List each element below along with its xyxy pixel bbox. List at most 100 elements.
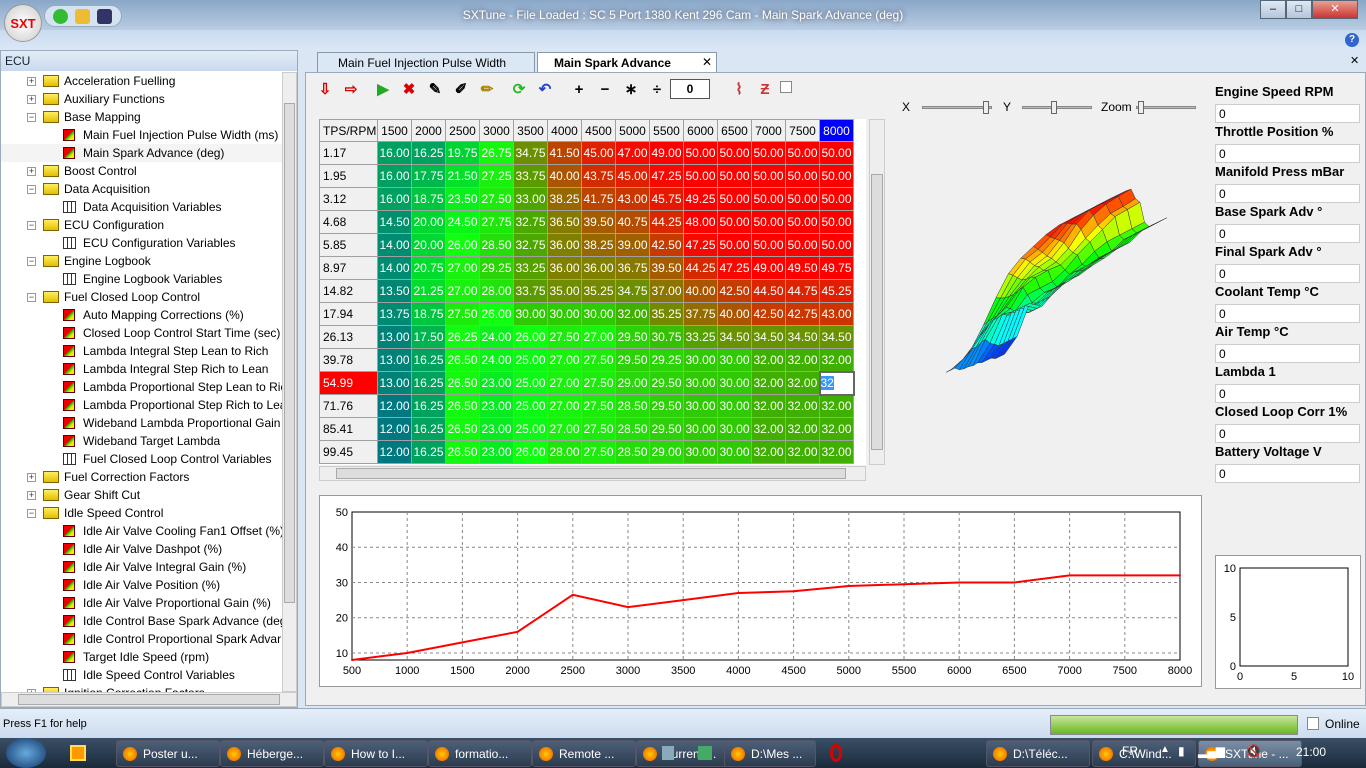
map-cell[interactable]: 17.75 (411, 164, 446, 188)
map-cell[interactable]: 32.00 (751, 440, 786, 464)
map-cell[interactable]: 28.50 (615, 440, 650, 464)
map-cell[interactable]: 27.50 (581, 394, 616, 418)
map-cell[interactable]: 41.50 (547, 141, 582, 165)
map-cell[interactable]: 13.75 (377, 302, 412, 326)
tree-item[interactable]: Wideband Target Lambda (1, 432, 282, 450)
data-point[interactable] (847, 585, 850, 587)
map-cell[interactable]: 45.00 (581, 141, 616, 165)
map-cell[interactable]: 32.00 (751, 417, 786, 441)
expand-icon[interactable]: + (27, 491, 36, 500)
minimize-button[interactable]: – (1260, 0, 1286, 19)
map-cell[interactable]: 32.00 (751, 394, 786, 418)
map-cell[interactable]: 14.00 (377, 233, 412, 257)
multiply-button[interactable]: ∗ (622, 81, 640, 99)
expand-icon[interactable]: + (27, 167, 36, 176)
undo-icon[interactable]: ↶ (536, 81, 554, 99)
tree-item[interactable]: Idle Air Valve Cooling Fan1 Offset (%) (1, 522, 282, 540)
map-cell[interactable]: 27.00 (547, 394, 582, 418)
tree-item[interactable]: Main Fuel Injection Pulse Width (ms) (1, 126, 282, 144)
tree-item[interactable]: Data Acquisition Variables (1, 198, 282, 216)
map-cell[interactable]: 40.00 (547, 164, 582, 188)
map-cell[interactable]: 29.25 (649, 348, 684, 372)
map-cell[interactable]: 30.00 (717, 394, 752, 418)
map-cell[interactable]: 32.00 (615, 302, 650, 326)
map-cell[interactable]: 50.00 (785, 233, 820, 257)
tree-item[interactable]: Auto Mapping Corrections (%) (1, 306, 282, 324)
map-cell[interactable]: 26.50 (445, 417, 480, 441)
map-cell[interactable]: 30.75 (649, 325, 684, 349)
sync-app-icon[interactable] (698, 746, 712, 760)
tree-item[interactable]: Idle Air Valve Dashpot (%) (1, 540, 282, 558)
map-cell[interactable]: 43.75 (581, 164, 616, 188)
map-cell[interactable]: 42.50 (649, 233, 684, 257)
map-cell[interactable]: 30.00 (683, 394, 718, 418)
map-cell[interactable]: 25.00 (513, 348, 548, 372)
map-cell[interactable]: 29.00 (615, 371, 650, 395)
map-cell[interactable]: 29.50 (649, 417, 684, 441)
insert-row-icon[interactable]: ⇩ (316, 81, 334, 99)
map-cell[interactable]: 44.75 (785, 279, 820, 303)
map-cell[interactable]: 23.50 (445, 187, 480, 211)
map-cell[interactable]: 27.00 (445, 256, 480, 280)
refresh-icon[interactable]: ⟳ (510, 81, 528, 99)
tree-item[interactable]: Idle Control Base Spark Advance (deg (1, 612, 282, 630)
map-cell[interactable]: 34.50 (717, 325, 752, 349)
expand-icon[interactable]: + (27, 95, 36, 104)
tree-item[interactable]: Lambda Integral Step Lean to Rich (1, 342, 282, 360)
map-cell[interactable]: 29.50 (649, 371, 684, 395)
map-cell[interactable]: 32.75 (513, 233, 548, 257)
map-cell[interactable]: 33.25 (513, 256, 548, 280)
map-cell[interactable]: 45.25 (819, 279, 854, 303)
map-cell[interactable]: 39.00 (615, 233, 650, 257)
map-cell[interactable]: 50.00 (717, 141, 752, 165)
map-cell[interactable]: 32.00 (785, 348, 820, 372)
rpm-header[interactable]: 7500 (785, 119, 820, 142)
map-cell[interactable]: 49.75 (819, 256, 854, 280)
tree-item[interactable]: Lambda Proportional Step Lean to Ric (1, 378, 282, 396)
map-cell[interactable]: 12.00 (377, 440, 412, 464)
map-cell[interactable]: 50.00 (785, 187, 820, 211)
x-rotation-slider[interactable] (922, 101, 992, 114)
map-cell[interactable]: 39.50 (581, 210, 616, 234)
rpm-header[interactable]: 1500 (377, 119, 412, 142)
data-point[interactable] (1013, 581, 1016, 584)
map-cell[interactable]: 32 (818, 370, 855, 396)
map-cell[interactable]: 25.00 (513, 371, 548, 395)
map-cell[interactable]: 13.00 (377, 371, 412, 395)
tree-item[interactable]: + Fuel Correction Factors (1, 468, 282, 486)
map-cell[interactable]: 29.50 (615, 348, 650, 372)
collapse-icon[interactable]: − (27, 293, 36, 302)
map-cell[interactable]: 14.00 (377, 256, 412, 280)
map-cell[interactable]: 27.50 (581, 417, 616, 441)
map-cell[interactable]: 25.00 (513, 417, 548, 441)
data-point[interactable] (1068, 574, 1071, 577)
map-cell[interactable]: 24.50 (445, 210, 480, 234)
map-cell[interactable]: 43.00 (615, 187, 650, 211)
map-cell[interactable]: 32.00 (785, 440, 820, 464)
map-cell[interactable]: 26.00 (513, 440, 548, 464)
map-cell[interactable]: 35.25 (581, 279, 616, 303)
tree-item[interactable]: Idle Air Valve Proportional Gain (%) (1, 594, 282, 612)
map-cell[interactable]: 36.00 (581, 256, 616, 280)
map-cell[interactable]: 32.75 (513, 210, 548, 234)
taskbar-item[interactable]: formatio... (428, 740, 532, 767)
table-horizontal-scrollbar[interactable] (319, 466, 866, 481)
tree-item[interactable]: − Engine Logbook (1, 252, 282, 270)
map-cell[interactable]: 26.75 (479, 141, 514, 165)
tab-main-spark-advance[interactable]: Main Spark Advance (deg) (537, 52, 717, 84)
map-cell[interactable]: 50.00 (751, 210, 786, 234)
map-cell[interactable]: 14.50 (377, 210, 412, 234)
tree-item[interactable]: − ECU Configuration (1, 216, 282, 234)
tps-header[interactable]: 4.68 (319, 210, 378, 234)
map-cell[interactable]: 34.50 (785, 325, 820, 349)
map-cell[interactable]: 49.00 (649, 141, 684, 165)
data-point[interactable] (571, 593, 574, 596)
data-point[interactable] (737, 592, 740, 595)
tps-header[interactable]: 54.99 (319, 371, 378, 395)
map-cell[interactable]: 12.00 (377, 417, 412, 441)
map-cell[interactable]: 34.75 (615, 279, 650, 303)
map-cell[interactable]: 49.25 (683, 187, 718, 211)
rpm-header[interactable]: 3500 (513, 119, 548, 142)
rpm-header[interactable]: 6000 (683, 119, 718, 142)
map-cell[interactable]: 20.00 (411, 210, 446, 234)
